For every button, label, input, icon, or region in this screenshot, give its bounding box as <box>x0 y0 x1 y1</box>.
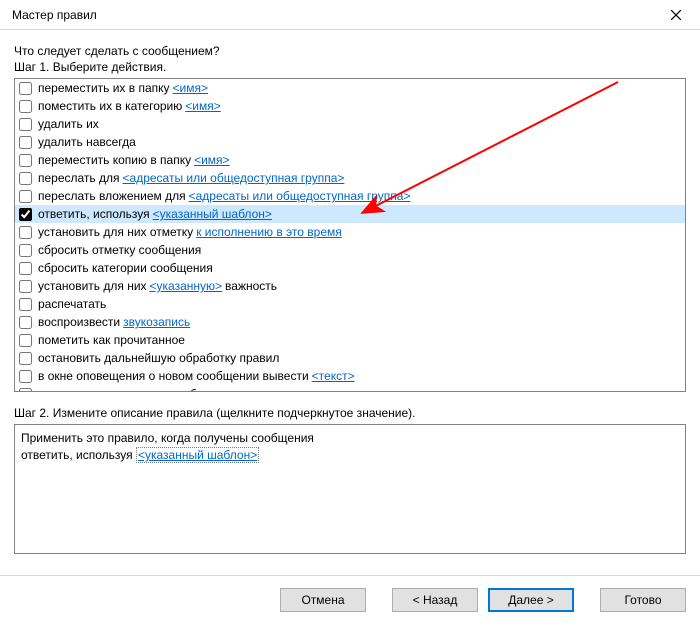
action-item-flag-followup[interactable]: установить для них отметку к исполнению … <box>15 223 685 241</box>
action-checkbox-forward-attach[interactable] <box>19 190 32 203</box>
action-item-desktop-alert-text[interactable]: в окне оповещения о новом сообщении выве… <box>15 367 685 385</box>
description-line-condition: Применить это правило, когда получены со… <box>21 430 679 447</box>
action-link-reply-template[interactable]: <указанный шаблон> <box>153 205 272 223</box>
action-link-to-category[interactable]: <имя> <box>185 97 220 115</box>
action-link-forward-to[interactable]: <адресаты или общедоступная группа> <box>123 169 345 187</box>
action-checkbox-delete[interactable] <box>19 118 32 131</box>
action-item-desktop-alert[interactable]: вывести оповещения на рабочем столе <box>15 385 685 392</box>
cancel-button[interactable]: Отмена <box>280 588 366 612</box>
rule-description-box: Применить это правило, когда получены со… <box>14 424 686 554</box>
action-item-stop-processing[interactable]: остановить дальнейшую обработку правил <box>15 349 685 367</box>
action-checkbox-print[interactable] <box>19 298 32 311</box>
action-link-move-to-folder[interactable]: <имя> <box>173 79 208 97</box>
action-checkbox-clear-flag[interactable] <box>19 244 32 257</box>
action-link-move-copy[interactable]: <имя> <box>194 151 229 169</box>
action-item-play-sound[interactable]: воспроизвести звукозапись <box>15 313 685 331</box>
action-item-clear-flag[interactable]: сбросить отметку сообщения <box>15 241 685 259</box>
close-button[interactable] <box>656 1 696 29</box>
action-checkbox-move-copy[interactable] <box>19 154 32 167</box>
action-item-forward-to[interactable]: переслать для <адресаты или общедоступна… <box>15 169 685 187</box>
step2-heading: Шаг 2. Измените описание правила (щелкни… <box>14 406 686 420</box>
step1-heading: Шаг 1. Выберите действия. <box>14 60 686 74</box>
action-label: поместить их в категорию <box>38 97 182 115</box>
action-label: переслать для <box>38 169 120 187</box>
description-template-link[interactable]: <указанный шаблон> <box>136 447 259 463</box>
action-link-flag-followup[interactable]: к исполнению в это время <box>196 223 342 241</box>
action-label: ответить, используя <box>38 205 150 223</box>
actions-list[interactable]: переместить их в папку <имя>поместить их… <box>14 78 686 392</box>
action-checkbox-reply-template[interactable] <box>19 208 32 221</box>
action-checkbox-play-sound[interactable] <box>19 316 32 329</box>
action-item-forward-attach[interactable]: переслать вложением для <адресаты или об… <box>15 187 685 205</box>
action-item-move-to-folder[interactable]: переместить их в папку <имя> <box>15 79 685 97</box>
intro-text: Что следует сделать с сообщением? <box>14 44 686 58</box>
action-link-desktop-alert-text[interactable]: <текст> <box>312 367 355 385</box>
action-checkbox-flag-followup[interactable] <box>19 226 32 239</box>
back-button[interactable]: < Назад <box>392 588 478 612</box>
dialog-content: Что следует сделать с сообщением? Шаг 1.… <box>0 30 700 554</box>
next-button[interactable]: Далее > <box>488 588 574 612</box>
action-label: удалить их <box>38 115 99 133</box>
action-label: распечатать <box>38 295 106 313</box>
action-item-to-category[interactable]: поместить их в категорию <имя> <box>15 97 685 115</box>
action-item-clear-categories[interactable]: сбросить категории сообщения <box>15 259 685 277</box>
action-item-delete[interactable]: удалить их <box>15 115 685 133</box>
finish-button[interactable]: Готово <box>600 588 686 612</box>
action-checkbox-forward-to[interactable] <box>19 172 32 185</box>
action-label: остановить дальнейшую обработку правил <box>38 349 279 367</box>
action-label: установить для них <box>38 277 147 295</box>
action-link-set-importance[interactable]: <указанную> <box>150 277 223 295</box>
action-checkbox-clear-categories[interactable] <box>19 262 32 275</box>
action-item-move-copy[interactable]: переместить копию в папку <имя> <box>15 151 685 169</box>
action-checkbox-move-to-folder[interactable] <box>19 82 32 95</box>
action-label: переместить копию в папку <box>38 151 191 169</box>
action-label: сбросить отметку сообщения <box>38 241 201 259</box>
action-label-suffix: важность <box>225 277 277 295</box>
action-checkbox-desktop-alert-text[interactable] <box>19 370 32 383</box>
action-label: сбросить категории сообщения <box>38 259 213 277</box>
action-label: в окне оповещения о новом сообщении выве… <box>38 367 309 385</box>
window-title: Мастер правил <box>12 8 97 22</box>
action-checkbox-set-importance[interactable] <box>19 280 32 293</box>
action-checkbox-stop-processing[interactable] <box>19 352 32 365</box>
description-line-action: ответить, используя <указанный шаблон> <box>21 447 679 464</box>
action-item-delete-permanent[interactable]: удалить навсегда <box>15 133 685 151</box>
close-icon <box>671 10 681 20</box>
action-item-print[interactable]: распечатать <box>15 295 685 313</box>
action-label: установить для них отметку <box>38 223 193 241</box>
action-label: пометить как прочитанное <box>38 331 185 349</box>
action-item-reply-template[interactable]: ответить, используя <указанный шаблон> <box>15 205 685 223</box>
action-checkbox-delete-permanent[interactable] <box>19 136 32 149</box>
action-label: переслать вложением для <box>38 187 186 205</box>
action-checkbox-desktop-alert[interactable] <box>19 388 32 393</box>
action-label: удалить навсегда <box>38 133 136 151</box>
button-bar: Отмена < Назад Далее > Готово <box>0 575 700 623</box>
action-link-play-sound[interactable]: звукозапись <box>123 313 190 331</box>
action-item-set-importance[interactable]: установить для них <указанную> важность <box>15 277 685 295</box>
action-label: переместить их в папку <box>38 79 170 97</box>
action-checkbox-to-category[interactable] <box>19 100 32 113</box>
description-action-prefix: ответить, используя <box>21 448 136 462</box>
action-label: воспроизвести <box>38 313 120 331</box>
action-item-mark-read[interactable]: пометить как прочитанное <box>15 331 685 349</box>
action-label: вывести оповещения на рабочем столе <box>38 385 259 392</box>
title-bar: Мастер правил <box>0 0 700 30</box>
action-checkbox-mark-read[interactable] <box>19 334 32 347</box>
action-link-forward-attach[interactable]: <адресаты или общедоступная группа> <box>189 187 411 205</box>
